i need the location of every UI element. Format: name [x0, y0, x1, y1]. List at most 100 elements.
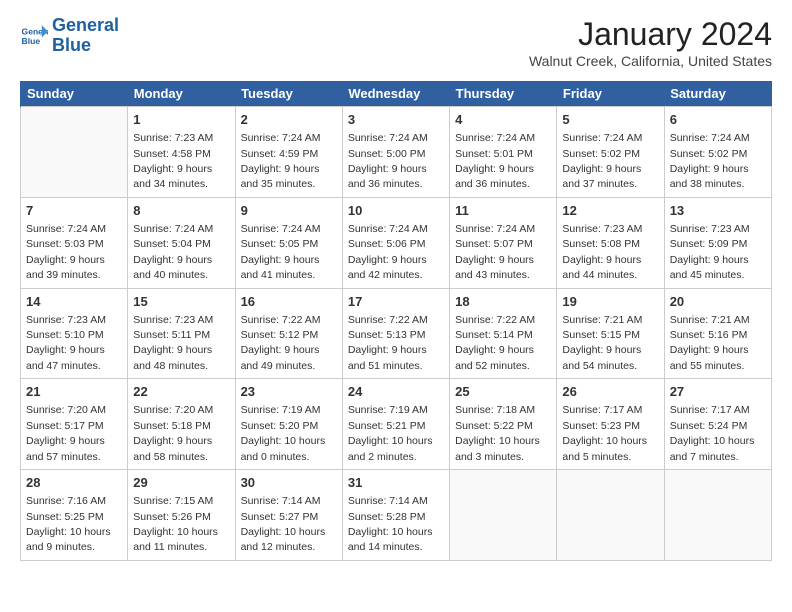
day-info: Sunrise: 7:24 AMSunset: 5:07 PMDaylight:… [455, 223, 535, 281]
day-info: Sunrise: 7:24 AMSunset: 5:02 PMDaylight:… [670, 132, 750, 190]
svg-text:Blue: Blue [22, 36, 41, 46]
day-number: 6 [670, 111, 766, 129]
calendar-cell: 20 Sunrise: 7:21 AMSunset: 5:16 PMDaylig… [664, 288, 771, 379]
day-info: Sunrise: 7:21 AMSunset: 5:15 PMDaylight:… [562, 314, 642, 372]
day-number: 19 [562, 293, 658, 311]
weekday-header: Saturday [664, 81, 771, 107]
day-number: 28 [26, 474, 122, 492]
calendar-header-row: SundayMondayTuesdayWednesdayThursdayFrid… [21, 81, 772, 107]
calendar-cell: 11 Sunrise: 7:24 AMSunset: 5:07 PMDaylig… [450, 197, 557, 288]
day-number: 10 [348, 202, 444, 220]
day-info: Sunrise: 7:18 AMSunset: 5:22 PMDaylight:… [455, 404, 540, 462]
calendar-cell [557, 470, 664, 561]
calendar-cell: 7 Sunrise: 7:24 AMSunset: 5:03 PMDayligh… [21, 197, 128, 288]
day-number: 4 [455, 111, 551, 129]
day-number: 9 [241, 202, 337, 220]
day-number: 30 [241, 474, 337, 492]
calendar-cell: 18 Sunrise: 7:22 AMSunset: 5:14 PMDaylig… [450, 288, 557, 379]
day-number: 5 [562, 111, 658, 129]
day-number: 3 [348, 111, 444, 129]
day-number: 24 [348, 383, 444, 401]
calendar-cell: 26 Sunrise: 7:17 AMSunset: 5:23 PMDaylig… [557, 379, 664, 470]
calendar-cell: 27 Sunrise: 7:17 AMSunset: 5:24 PMDaylig… [664, 379, 771, 470]
day-info: Sunrise: 7:17 AMSunset: 5:24 PMDaylight:… [670, 404, 755, 462]
logo-line2: Blue [52, 35, 91, 55]
page-header: General Blue General Blue January 2024 W… [20, 16, 772, 69]
calendar-cell: 14 Sunrise: 7:23 AMSunset: 5:10 PMDaylig… [21, 288, 128, 379]
day-number: 20 [670, 293, 766, 311]
day-info: Sunrise: 7:23 AMSunset: 5:08 PMDaylight:… [562, 223, 642, 281]
calendar-cell: 28 Sunrise: 7:16 AMSunset: 5:25 PMDaylig… [21, 470, 128, 561]
calendar-cell: 30 Sunrise: 7:14 AMSunset: 5:27 PMDaylig… [235, 470, 342, 561]
day-number: 15 [133, 293, 229, 311]
day-info: Sunrise: 7:14 AMSunset: 5:27 PMDaylight:… [241, 495, 326, 553]
weekday-header: Monday [128, 81, 235, 107]
calendar-cell: 8 Sunrise: 7:24 AMSunset: 5:04 PMDayligh… [128, 197, 235, 288]
day-info: Sunrise: 7:24 AMSunset: 5:04 PMDaylight:… [133, 223, 213, 281]
day-number: 7 [26, 202, 122, 220]
calendar-cell: 9 Sunrise: 7:24 AMSunset: 5:05 PMDayligh… [235, 197, 342, 288]
day-number: 31 [348, 474, 444, 492]
weekday-header: Sunday [21, 81, 128, 107]
logo-text: General Blue [52, 16, 119, 56]
calendar-subtitle: Walnut Creek, California, United States [529, 53, 772, 69]
day-info: Sunrise: 7:14 AMSunset: 5:28 PMDaylight:… [348, 495, 433, 553]
day-number: 21 [26, 383, 122, 401]
calendar-cell: 4 Sunrise: 7:24 AMSunset: 5:01 PMDayligh… [450, 107, 557, 198]
calendar-cell: 10 Sunrise: 7:24 AMSunset: 5:06 PMDaylig… [342, 197, 449, 288]
calendar-cell: 16 Sunrise: 7:22 AMSunset: 5:12 PMDaylig… [235, 288, 342, 379]
day-info: Sunrise: 7:24 AMSunset: 5:02 PMDaylight:… [562, 132, 642, 190]
calendar-cell: 29 Sunrise: 7:15 AMSunset: 5:26 PMDaylig… [128, 470, 235, 561]
calendar-cell: 3 Sunrise: 7:24 AMSunset: 5:00 PMDayligh… [342, 107, 449, 198]
calendar-cell: 13 Sunrise: 7:23 AMSunset: 5:09 PMDaylig… [664, 197, 771, 288]
day-info: Sunrise: 7:24 AMSunset: 5:05 PMDaylight:… [241, 223, 321, 281]
day-number: 17 [348, 293, 444, 311]
calendar-week-row: 14 Sunrise: 7:23 AMSunset: 5:10 PMDaylig… [21, 288, 772, 379]
calendar-week-row: 1 Sunrise: 7:23 AMSunset: 4:58 PMDayligh… [21, 107, 772, 198]
day-info: Sunrise: 7:23 AMSunset: 5:09 PMDaylight:… [670, 223, 750, 281]
day-number: 26 [562, 383, 658, 401]
logo-icon: General Blue [20, 22, 48, 50]
day-info: Sunrise: 7:17 AMSunset: 5:23 PMDaylight:… [562, 404, 647, 462]
day-info: Sunrise: 7:22 AMSunset: 5:14 PMDaylight:… [455, 314, 535, 372]
calendar-cell: 1 Sunrise: 7:23 AMSunset: 4:58 PMDayligh… [128, 107, 235, 198]
day-info: Sunrise: 7:15 AMSunset: 5:26 PMDaylight:… [133, 495, 218, 553]
day-info: Sunrise: 7:23 AMSunset: 5:11 PMDaylight:… [133, 314, 213, 372]
calendar-cell: 12 Sunrise: 7:23 AMSunset: 5:08 PMDaylig… [557, 197, 664, 288]
day-info: Sunrise: 7:24 AMSunset: 5:06 PMDaylight:… [348, 223, 428, 281]
day-info: Sunrise: 7:21 AMSunset: 5:16 PMDaylight:… [670, 314, 750, 372]
day-info: Sunrise: 7:19 AMSunset: 5:20 PMDaylight:… [241, 404, 326, 462]
day-number: 14 [26, 293, 122, 311]
calendar-cell: 21 Sunrise: 7:20 AMSunset: 5:17 PMDaylig… [21, 379, 128, 470]
calendar-week-row: 28 Sunrise: 7:16 AMSunset: 5:25 PMDaylig… [21, 470, 772, 561]
calendar-cell: 19 Sunrise: 7:21 AMSunset: 5:15 PMDaylig… [557, 288, 664, 379]
day-number: 12 [562, 202, 658, 220]
day-info: Sunrise: 7:24 AMSunset: 5:01 PMDaylight:… [455, 132, 535, 190]
day-number: 1 [133, 111, 229, 129]
calendar-cell: 24 Sunrise: 7:19 AMSunset: 5:21 PMDaylig… [342, 379, 449, 470]
day-info: Sunrise: 7:22 AMSunset: 5:12 PMDaylight:… [241, 314, 321, 372]
calendar-cell: 23 Sunrise: 7:19 AMSunset: 5:20 PMDaylig… [235, 379, 342, 470]
day-info: Sunrise: 7:23 AMSunset: 4:58 PMDaylight:… [133, 132, 213, 190]
logo-line1: General [52, 15, 119, 35]
day-info: Sunrise: 7:22 AMSunset: 5:13 PMDaylight:… [348, 314, 428, 372]
calendar-cell [21, 107, 128, 198]
day-number: 23 [241, 383, 337, 401]
day-number: 13 [670, 202, 766, 220]
day-number: 22 [133, 383, 229, 401]
calendar-cell: 17 Sunrise: 7:22 AMSunset: 5:13 PMDaylig… [342, 288, 449, 379]
day-info: Sunrise: 7:20 AMSunset: 5:17 PMDaylight:… [26, 404, 106, 462]
calendar-cell: 6 Sunrise: 7:24 AMSunset: 5:02 PMDayligh… [664, 107, 771, 198]
day-number: 25 [455, 383, 551, 401]
calendar-cell: 22 Sunrise: 7:20 AMSunset: 5:18 PMDaylig… [128, 379, 235, 470]
day-info: Sunrise: 7:20 AMSunset: 5:18 PMDaylight:… [133, 404, 213, 462]
day-number: 18 [455, 293, 551, 311]
calendar-week-row: 7 Sunrise: 7:24 AMSunset: 5:03 PMDayligh… [21, 197, 772, 288]
day-number: 11 [455, 202, 551, 220]
day-number: 16 [241, 293, 337, 311]
weekday-header: Friday [557, 81, 664, 107]
day-number: 27 [670, 383, 766, 401]
day-number: 8 [133, 202, 229, 220]
day-number: 2 [241, 111, 337, 129]
calendar-week-row: 21 Sunrise: 7:20 AMSunset: 5:17 PMDaylig… [21, 379, 772, 470]
